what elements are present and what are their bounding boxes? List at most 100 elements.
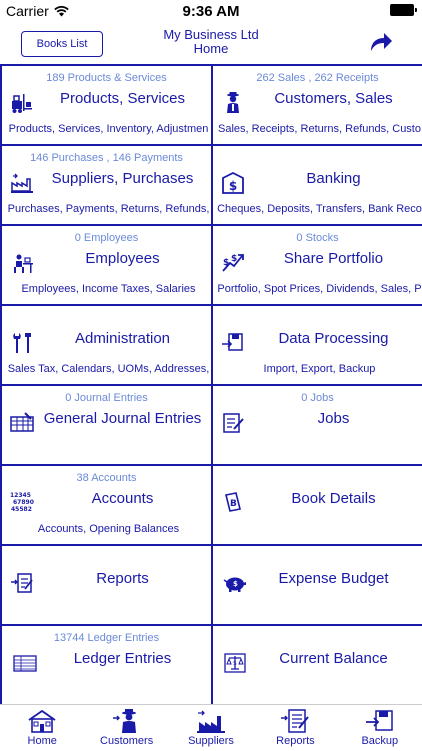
tile-title: Data Processing bbox=[278, 330, 389, 347]
navigation-bar: Books List My Business Ltd Home bbox=[0, 22, 422, 64]
tile-title: Accounts bbox=[91, 490, 154, 507]
customer-icon bbox=[112, 709, 136, 733]
tile-ledger-entries[interactable]: 13744 Ledger Entries Ledger Entries bbox=[0, 624, 213, 706]
jobs-icon bbox=[223, 413, 244, 433]
tile-title: Expense Budget bbox=[278, 570, 389, 587]
tile-reports[interactable]: Reports bbox=[0, 544, 213, 626]
tile-subtitle: Purchases, Payments, Returns, Refunds, bbox=[7, 203, 210, 215]
tile-title: Employees bbox=[85, 250, 160, 267]
tile-subtitle: Portfolio, Spot Prices, Dividends, Sales… bbox=[217, 283, 422, 295]
tile-banking[interactable]: $ Banking Cheques, Deposits, Transfers, … bbox=[211, 144, 422, 226]
employee-desk-icon bbox=[14, 254, 33, 273]
tile-jobs[interactable]: 0 Jobs Jobs bbox=[211, 384, 422, 466]
tab-label: Backup bbox=[361, 735, 399, 747]
tile-title: Book Details bbox=[291, 490, 376, 507]
journal-icon bbox=[10, 412, 34, 432]
tile-title: Customers, Sales bbox=[274, 90, 393, 107]
tab-customers[interactable]: Customers bbox=[84, 705, 168, 751]
tile-suppliers-purchases[interactable]: 146 Purchases , 146 Payments Suppliers, … bbox=[0, 144, 213, 226]
tile-subtitle: Cheques, Deposits, Transfers, Bank Reco bbox=[217, 203, 422, 215]
svg-text:$: $ bbox=[229, 179, 237, 193]
tab-label: Home bbox=[27, 735, 57, 747]
tab-bar: Home Customers Suppliers Reports Backup bbox=[0, 704, 422, 751]
tile-subtitle: Employees, Income Taxes, Salaries bbox=[21, 283, 196, 295]
backup-icon bbox=[365, 710, 393, 731]
tile-subtitle: Sales, Receipts, Returns, Refunds, Custo bbox=[218, 123, 421, 135]
tab-backup[interactable]: Backup bbox=[338, 705, 422, 751]
tile-current-balance[interactable]: $ Current Balance bbox=[211, 624, 422, 706]
svg-text:$: $ bbox=[233, 660, 237, 667]
tile-count: 262 Sales , 262 Receipts bbox=[256, 72, 379, 84]
tab-label: Reports bbox=[276, 735, 315, 747]
tile-count: 38 Accounts bbox=[76, 472, 137, 484]
bank-icon: $ bbox=[222, 171, 244, 194]
tile-title: General Journal Entries bbox=[43, 410, 202, 427]
tile-title: Jobs bbox=[317, 410, 350, 427]
accounts-numbers-icon: 12345 67890 45582 bbox=[10, 492, 34, 513]
tile-customers-sales[interactable]: 262 Sales , 262 Receipts Customers, Sale… bbox=[211, 64, 422, 146]
accounts-icon-number: 67890 bbox=[13, 499, 34, 506]
customer-icon bbox=[227, 92, 239, 113]
tile-book-details[interactable]: B Book Details bbox=[211, 464, 422, 546]
house-icon bbox=[28, 709, 56, 733]
tile-title: Products, Services bbox=[59, 90, 186, 107]
tile-subtitle: Products, Services, Inventory, Adjustmen bbox=[8, 123, 209, 135]
tile-count: 189 Products & Services bbox=[46, 72, 167, 84]
forklift-icon bbox=[12, 94, 32, 113]
tools-icon bbox=[13, 333, 31, 353]
tile-general-journal-entries[interactable]: 0 Journal Entries General Journal Entrie… bbox=[0, 384, 213, 466]
tab-label: Customers bbox=[100, 735, 154, 747]
tile-count: 13744 Ledger Entries bbox=[53, 632, 160, 644]
tile-subtitle: Sales Tax, Calendars, UOMs, Addresses, bbox=[7, 363, 210, 375]
tab-reports[interactable]: Reports bbox=[253, 705, 337, 751]
svg-text:$: $ bbox=[223, 258, 229, 268]
tab-home[interactable]: Home bbox=[0, 705, 84, 751]
svg-text:B: B bbox=[230, 499, 237, 509]
accounts-icon-number: 45582 bbox=[11, 506, 32, 513]
balance-scale-icon: $ bbox=[224, 653, 246, 673]
tile-count: 0 Stocks bbox=[296, 232, 339, 244]
status-time: 9:36 AM bbox=[182, 3, 240, 20]
tile-accounts[interactable]: 38 Accounts 12345 67890 45582 Accounts A… bbox=[0, 464, 213, 546]
tile-title: Suppliers, Purchases bbox=[51, 170, 194, 187]
accounts-icon-number: 12345 bbox=[10, 492, 31, 499]
tile-count: 0 Employees bbox=[74, 232, 139, 244]
tile-count: 0 Journal Entries bbox=[65, 392, 148, 404]
books-list-button[interactable]: Books List bbox=[21, 31, 103, 57]
tile-subtitle: Import, Export, Backup bbox=[263, 363, 376, 375]
battery-icon bbox=[390, 4, 417, 16]
module-grid: 189 Products & Services Products, Servic… bbox=[0, 64, 422, 706]
tile-products-services[interactable]: 189 Products & Services Products, Servic… bbox=[0, 64, 213, 146]
tab-suppliers[interactable]: Suppliers bbox=[169, 705, 253, 751]
status-right bbox=[390, 4, 417, 16]
import-export-icon bbox=[222, 333, 243, 351]
business-name: My Business Ltd bbox=[163, 27, 259, 42]
share-arrow-icon[interactable] bbox=[368, 30, 394, 54]
tile-title: Reports bbox=[96, 570, 149, 587]
ledger-icon bbox=[13, 655, 37, 672]
stocks-icon: $ $ bbox=[222, 254, 244, 272]
reports-icon bbox=[11, 573, 33, 593]
tile-title: Administration bbox=[74, 330, 171, 347]
svg-text:$: $ bbox=[233, 580, 238, 588]
factory-icon bbox=[11, 173, 33, 193]
nav-title: My Business Ltd Home bbox=[100, 28, 322, 56]
tile-subtitle: Accounts, Opening Balances bbox=[37, 523, 180, 535]
tile-count: 0 Jobs bbox=[301, 392, 334, 404]
tile-administration[interactable]: Administration Sales Tax, Calendars, UOM… bbox=[0, 304, 213, 386]
tab-label: Suppliers bbox=[188, 735, 234, 747]
tile-title: Current Balance bbox=[279, 650, 388, 667]
book-icon: B bbox=[225, 492, 241, 512]
tile-data-processing[interactable]: Data Processing Import, Export, Backup bbox=[211, 304, 422, 386]
tile-title: Banking bbox=[306, 170, 361, 187]
status-bar: Carrier 9:36 AM bbox=[0, 0, 422, 22]
factory-icon bbox=[197, 710, 226, 733]
tile-employees[interactable]: 0 Employees Employees Employees, Income … bbox=[0, 224, 213, 306]
tile-expense-budget[interactable]: $ Expense Budget bbox=[211, 544, 422, 626]
reports-icon bbox=[281, 709, 310, 733]
piggy-bank-icon: $ bbox=[223, 577, 246, 592]
tile-share-portfolio[interactable]: 0 Stocks $ $ Share Portfolio Portfolio, … bbox=[211, 224, 422, 306]
tile-count: 146 Purchases , 146 Payments bbox=[30, 152, 183, 164]
svg-text:$: $ bbox=[231, 254, 237, 264]
tile-title: Ledger Entries bbox=[73, 650, 172, 667]
